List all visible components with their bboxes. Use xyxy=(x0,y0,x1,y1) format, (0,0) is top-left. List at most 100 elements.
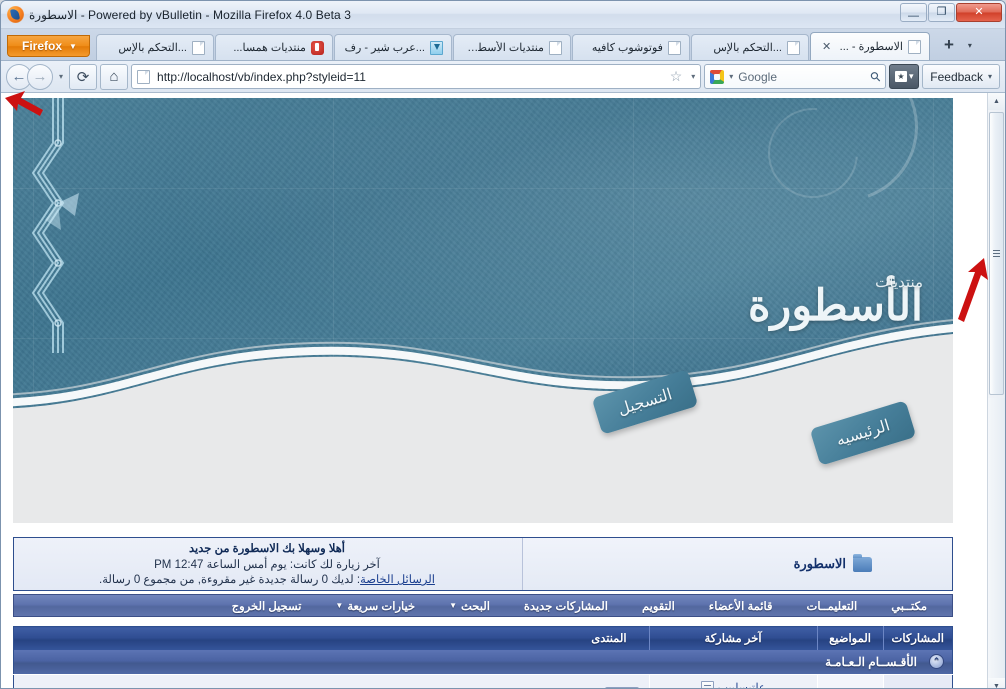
minimize-button[interactable]: — xyxy=(900,3,927,22)
nav-item-logout[interactable]: تسجيل الخروج xyxy=(215,599,319,613)
page-icon xyxy=(786,40,800,55)
tab-label: الاسطورة - ... xyxy=(839,41,903,53)
scrollbar-thumb[interactable] xyxy=(989,112,1004,395)
close-window-button[interactable]: ✕ xyxy=(956,3,1002,22)
url-bar[interactable]: http://localhost/vb/index.php?styleid=11… xyxy=(131,64,702,89)
forum-navbar: مكتــبي التعليمــات قائمة الأعضاء التقوي… xyxy=(13,594,953,617)
firefox-menu-label: Firefox xyxy=(22,39,63,53)
chevron-down-icon: ▼ xyxy=(335,601,344,610)
banner-tab-register-label: التسجيل xyxy=(616,386,675,419)
feedback-button[interactable]: Feedback ▾ xyxy=(922,64,1000,89)
download-arrow-icon xyxy=(429,40,443,55)
nav-label: المشاركات جديدة xyxy=(523,600,608,613)
close-tab-icon[interactable]: ✕ xyxy=(819,40,831,53)
nav-item-mybookmarks[interactable]: مكتــبي xyxy=(874,599,944,613)
header-threads[interactable]: المواضيع xyxy=(816,626,884,650)
welcome-panel: الاسطورة أهلا وسهلا بك الاسطورة من جديد … xyxy=(13,537,953,591)
browser-tab-1[interactable]: منتديات همسا... xyxy=(214,34,333,60)
nav-label: قائمة الأعضاء xyxy=(708,600,773,613)
welcome-pm-rest: : لديك 0 رسالة جديدة غير مقروءة, من مجمو… xyxy=(99,574,361,586)
tab-label: ...التحكم بالإس xyxy=(118,42,187,54)
forum-list-table: المشاركات المواضيع آخر مشاركة المنتدى ⌃ … xyxy=(13,626,953,689)
scroll-up-arrow-icon[interactable]: ▲ xyxy=(988,93,1005,110)
welcome-lastvisit: آخر زيارة لك كانت: يوم أمس الساعة 12:47 … xyxy=(154,558,380,571)
history-dropdown-icon[interactable]: ▾ xyxy=(56,72,66,81)
page-icon xyxy=(907,39,921,54)
page-icon xyxy=(548,40,562,55)
browser-tab-0[interactable]: ...التحكم بالإس xyxy=(95,34,214,60)
forum-body: الاسطورة أهلا وسهلا بك الاسطورة من جديد … xyxy=(13,537,953,689)
feedback-label: Feedback xyxy=(930,69,983,84)
nav-item-quicklinks[interactable]: خيارات سريعة ▼ xyxy=(318,599,432,613)
tab-list-dropdown-icon[interactable]: ▾ xyxy=(963,33,977,57)
close-icon: ✕ xyxy=(974,6,984,18)
welcome-user-block: الاسطورة xyxy=(522,538,952,590)
reload-button[interactable]: ⟳ xyxy=(69,63,98,90)
navigation-toolbar: ← → ▾ ⟳ ⌂ http://localhost/vb/index.php?… xyxy=(1,61,1005,93)
header-posts[interactable]: المشاركات xyxy=(882,626,953,650)
lastpost-title-line: عٍلتيسلييب xyxy=(658,680,809,689)
chevron-down-icon[interactable]: ▾ xyxy=(691,72,695,81)
tab-label: منتديات الأسطورة xyxy=(461,42,544,54)
url-text[interactable]: http://localhost/vb/index.php?styleid=11 xyxy=(157,70,663,84)
forward-button[interactable]: → xyxy=(27,63,53,90)
chevron-down-icon: ▾ xyxy=(909,71,914,81)
tab-label: ...التحكم بالإس xyxy=(713,42,782,54)
bookmark-star-icon[interactable]: ☆ xyxy=(670,68,685,85)
chevron-down-icon[interactable]: ▾ xyxy=(729,72,733,81)
wave-decoration xyxy=(13,319,953,423)
thread-note-icon xyxy=(700,680,714,688)
cell-threads: 1 xyxy=(816,673,884,688)
category-row: ⌃ الأقـســام الـعـامـة xyxy=(13,649,953,674)
nav-item-memberlist[interactable]: قائمة الأعضاء xyxy=(692,599,790,613)
page-icon xyxy=(137,69,151,84)
tab-label: فوتوشوب كافيه xyxy=(591,42,663,54)
browser-tab-5[interactable]: ...التحكم بالإس xyxy=(690,34,809,60)
banner-lower-strip: التسجيل الرئيسيه xyxy=(13,369,953,523)
nav-label: مكتــبي xyxy=(891,600,927,613)
nav-label: تسجيل الخروج xyxy=(231,600,302,613)
search-input[interactable]: Google xyxy=(738,70,865,84)
browser-tab-2[interactable]: ...عرب شير - رف xyxy=(333,34,452,60)
nav-label: التعليمــات xyxy=(806,600,858,613)
nav-label: التقويم xyxy=(641,600,675,613)
lastpost-thread-link[interactable]: عٍلتيسلييب xyxy=(718,681,766,689)
collapse-category-icon[interactable]: ⌃ xyxy=(929,654,944,669)
forum-table-header-row: المشاركات المواضيع آخر مشاركة المنتدى xyxy=(13,626,953,650)
nav-item-calendar[interactable]: التقويم xyxy=(625,599,692,613)
search-icon[interactable]: ⚲ xyxy=(866,67,884,85)
header-forum[interactable]: المنتدى xyxy=(13,626,650,650)
browser-tab-6-active[interactable]: الاسطورة - ... ✕ xyxy=(809,32,930,60)
chevron-down-icon: ▾ xyxy=(987,72,992,81)
firefox-window: الاسطورة - Powered by vBulletin - Mozill… xyxy=(0,0,1006,689)
scroll-down-arrow-icon[interactable]: ▼ xyxy=(988,678,1005,688)
page-icon xyxy=(667,40,681,55)
user-folder-icon xyxy=(853,553,872,572)
nav-item-help[interactable]: التعليمــات xyxy=(790,599,875,613)
private-messages-link[interactable]: الرسائل الخاصة xyxy=(360,574,435,586)
star-badge-icon: ★ xyxy=(895,71,908,82)
nav-item-search[interactable]: البحث ▼ xyxy=(432,599,507,613)
browser-tab-3[interactable]: منتديات الأسطورة xyxy=(452,34,571,60)
banner-tab-home-label: الرئيسيه xyxy=(834,417,892,450)
scrollbar-grip-icon xyxy=(993,250,1000,257)
search-bar[interactable]: ▾ Google ⚲ xyxy=(704,64,887,89)
browser-tab-4[interactable]: فوتوشوب كافيه xyxy=(571,34,690,60)
chevron-down-icon: ▼ xyxy=(69,41,77,51)
chevron-down-icon: ▼ xyxy=(449,601,458,610)
page-icon xyxy=(191,40,205,55)
page-scrollbar[interactable]: ▲ ▼ xyxy=(987,93,1005,688)
scrollbar-track[interactable] xyxy=(988,398,1005,678)
cell-lastpost: عٍلتيسلييب بواسطة الاسطورة ▶ 07-27-2010 … xyxy=(648,673,818,689)
nav-item-newposts[interactable]: المشاركات جديدة xyxy=(507,599,625,613)
welcome-username: الاسطورة xyxy=(793,556,846,571)
maximize-button[interactable]: ❐ xyxy=(928,3,955,22)
home-button[interactable]: ⌂ xyxy=(100,63,129,90)
minimize-icon: — xyxy=(908,10,919,22)
firefox-menu-button[interactable]: Firefox ▼ xyxy=(7,35,90,57)
new-tab-button[interactable]: + xyxy=(935,33,963,57)
cell-forum: منتدى الحوار العام للنقاش الهادف والبناء… xyxy=(13,673,650,688)
site-logo-subtitle: منتديات xyxy=(875,274,923,291)
header-lastpost[interactable]: آخر مشاركة xyxy=(648,626,818,650)
identity-hub-button[interactable]: ★ ▾ xyxy=(889,64,920,89)
